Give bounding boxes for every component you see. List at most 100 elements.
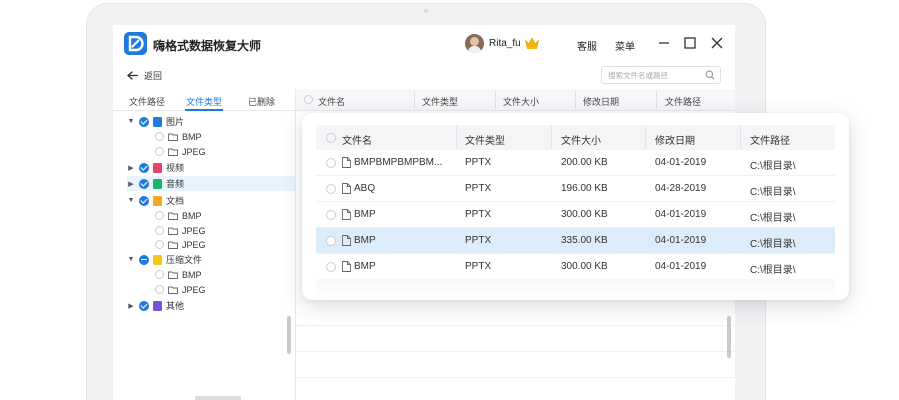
expand-arrow-icon[interactable]: ▶ bbox=[127, 180, 135, 188]
checkbox-checked-icon[interactable] bbox=[139, 300, 149, 311]
tree-item-other[interactable]: ▶ 其他 bbox=[127, 298, 184, 313]
col-file-size[interactable]: 文件大小 bbox=[561, 132, 601, 147]
radio-icon[interactable] bbox=[155, 270, 164, 279]
col-modified-date[interactable]: 修改日期 bbox=[655, 132, 695, 147]
left-scrollbar[interactable] bbox=[287, 316, 291, 354]
expand-arrow-icon[interactable]: ▼ bbox=[127, 256, 135, 263]
col-file-name[interactable]: 文件名 bbox=[342, 132, 372, 147]
left-tabs: 文件路径 文件类型 已删除 bbox=[113, 89, 295, 111]
row-radio[interactable] bbox=[326, 236, 336, 246]
cell-file-type: PPTX bbox=[465, 261, 492, 272]
checkbox-checked-icon[interactable] bbox=[139, 178, 149, 189]
col-file-name[interactable]: 文件名 bbox=[318, 95, 345, 108]
folder-icon bbox=[168, 212, 178, 220]
app-title: 嗨格式数据恢复大师 bbox=[153, 39, 262, 53]
cell-file-type: PPTX bbox=[465, 157, 492, 168]
tab-file-type[interactable]: 文件类型 bbox=[186, 95, 222, 108]
row-radio[interactable] bbox=[326, 262, 336, 272]
checkbox-partial-icon[interactable] bbox=[139, 254, 149, 265]
tree-item-jpeg[interactable]: JPEG bbox=[155, 237, 206, 252]
tree-item-bmp[interactable]: BMP bbox=[155, 129, 202, 144]
radio-icon[interactable] bbox=[155, 147, 164, 156]
customer-service-button[interactable]: 客服 bbox=[577, 38, 597, 53]
col-file-path[interactable]: 文件路径 bbox=[665, 95, 701, 108]
select-all-radio[interactable] bbox=[326, 133, 336, 143]
row-divider bbox=[296, 325, 735, 326]
maximize-icon[interactable] bbox=[683, 36, 697, 50]
back-button[interactable]: 返回 bbox=[127, 69, 162, 82]
tree-item-label: 音频 bbox=[166, 179, 185, 189]
row-radio[interactable] bbox=[326, 210, 336, 220]
app-logo-icon bbox=[124, 32, 147, 55]
column-divider bbox=[645, 126, 646, 149]
expand-arrow-icon[interactable]: ▶ bbox=[127, 302, 135, 310]
radio-icon[interactable] bbox=[155, 226, 164, 235]
tree-item-images[interactable]: ▼ 图片 bbox=[127, 114, 184, 129]
tree-item-bmp[interactable]: BMP bbox=[155, 208, 202, 223]
minimize-icon[interactable] bbox=[657, 36, 671, 50]
file-icon bbox=[342, 235, 351, 246]
active-tab-indicator bbox=[185, 109, 223, 111]
table-row[interactable]: BMP PPTX 300.00 KB 04-01-2019 C:\根目录\ bbox=[316, 202, 835, 228]
search-input[interactable] bbox=[608, 67, 704, 83]
tree-item-bmp[interactable]: BMP bbox=[155, 267, 202, 282]
col-file-type[interactable]: 文件类型 bbox=[465, 132, 505, 147]
col-file-path[interactable]: 文件路径 bbox=[750, 132, 790, 147]
menu-button[interactable]: 菜单 bbox=[615, 38, 635, 53]
tree-item-jpeg[interactable]: JPEG bbox=[155, 223, 206, 238]
cell-file-size: 300.00 KB bbox=[561, 261, 608, 272]
tree-item-label: 压缩文件 bbox=[166, 255, 203, 265]
cell-file-size: 300.00 KB bbox=[561, 209, 608, 220]
tree-item-archives[interactable]: ▼ 压缩文件 bbox=[127, 252, 202, 267]
avatar[interactable] bbox=[465, 34, 484, 53]
col-modified-date[interactable]: 修改日期 bbox=[583, 95, 619, 108]
row-radio[interactable] bbox=[326, 184, 336, 194]
radio-icon[interactable] bbox=[155, 211, 164, 220]
cell-file-name: BMPBMPBMPBM... bbox=[354, 157, 443, 168]
tree-item-label: 图片 bbox=[166, 117, 185, 127]
col-file-size[interactable]: 文件大小 bbox=[503, 95, 539, 108]
table-row-selected[interactable]: BMP PPTX 335.00 KB 04-01-2019 C:\根目录\ bbox=[316, 228, 835, 254]
tab-file-path[interactable]: 文件路径 bbox=[129, 95, 165, 108]
close-icon[interactable] bbox=[710, 36, 724, 50]
radio-icon[interactable] bbox=[155, 285, 164, 294]
cell-file-type: PPTX bbox=[465, 209, 492, 220]
search-box[interactable] bbox=[601, 66, 721, 84]
column-divider bbox=[740, 126, 741, 149]
checkbox-checked-icon[interactable] bbox=[139, 195, 149, 206]
column-divider bbox=[575, 91, 576, 109]
tree-item-label: 其他 bbox=[166, 301, 185, 311]
cell-file-size: 335.00 KB bbox=[561, 235, 608, 246]
tree-item-jpeg[interactable]: JPEG bbox=[155, 144, 206, 159]
cell-file-name: ABQ bbox=[354, 183, 376, 194]
folder-icon bbox=[168, 227, 178, 235]
radio-icon[interactable] bbox=[155, 132, 164, 141]
tree-item-video[interactable]: ▶ 视频 bbox=[127, 160, 184, 175]
checkbox-checked-icon[interactable] bbox=[139, 116, 149, 127]
table-row[interactable]: BMPBMPBMPBM... PPTX 200.00 KB 04-01-2019… bbox=[316, 150, 835, 176]
select-all-radio[interactable] bbox=[304, 95, 313, 104]
right-scrollbar[interactable] bbox=[727, 316, 731, 358]
col-file-type[interactable]: 文件类型 bbox=[422, 95, 458, 108]
table-row[interactable]: ABQ PPTX 196.00 KB 04-28-2019 C:\根目录\ bbox=[316, 176, 835, 202]
tree-item-label: BMP bbox=[182, 131, 202, 142]
cell-file-size: 196.00 KB bbox=[561, 183, 608, 194]
tab-deleted[interactable]: 已删除 bbox=[248, 95, 275, 108]
expand-arrow-icon[interactable]: ▼ bbox=[127, 118, 135, 125]
cell-file-type: PPTX bbox=[465, 183, 492, 194]
tree-item-label: 视频 bbox=[166, 163, 185, 173]
tree-item-audio[interactable]: ▶ 音频 bbox=[127, 176, 295, 191]
expand-arrow-icon[interactable]: ▶ bbox=[127, 164, 135, 172]
table-row[interactable]: BMP PPTX 300.00 KB 04-01-2019 C:\根目录\ bbox=[316, 254, 835, 280]
tree-item-documents[interactable]: ▼ 文档 bbox=[127, 193, 184, 208]
search-icon[interactable] bbox=[705, 70, 715, 80]
checkbox-checked-icon[interactable] bbox=[139, 162, 149, 173]
cell-file-type: PPTX bbox=[465, 235, 492, 246]
radio-icon[interactable] bbox=[155, 240, 164, 249]
expand-arrow-icon[interactable]: ▼ bbox=[127, 197, 135, 204]
cell-file-path: C:\根目录\ bbox=[750, 213, 796, 224]
row-divider bbox=[296, 351, 735, 352]
row-radio[interactable] bbox=[326, 158, 336, 168]
username[interactable]: Rita_fu bbox=[489, 38, 521, 49]
tree-item-jpeg[interactable]: JPEG bbox=[155, 282, 206, 297]
